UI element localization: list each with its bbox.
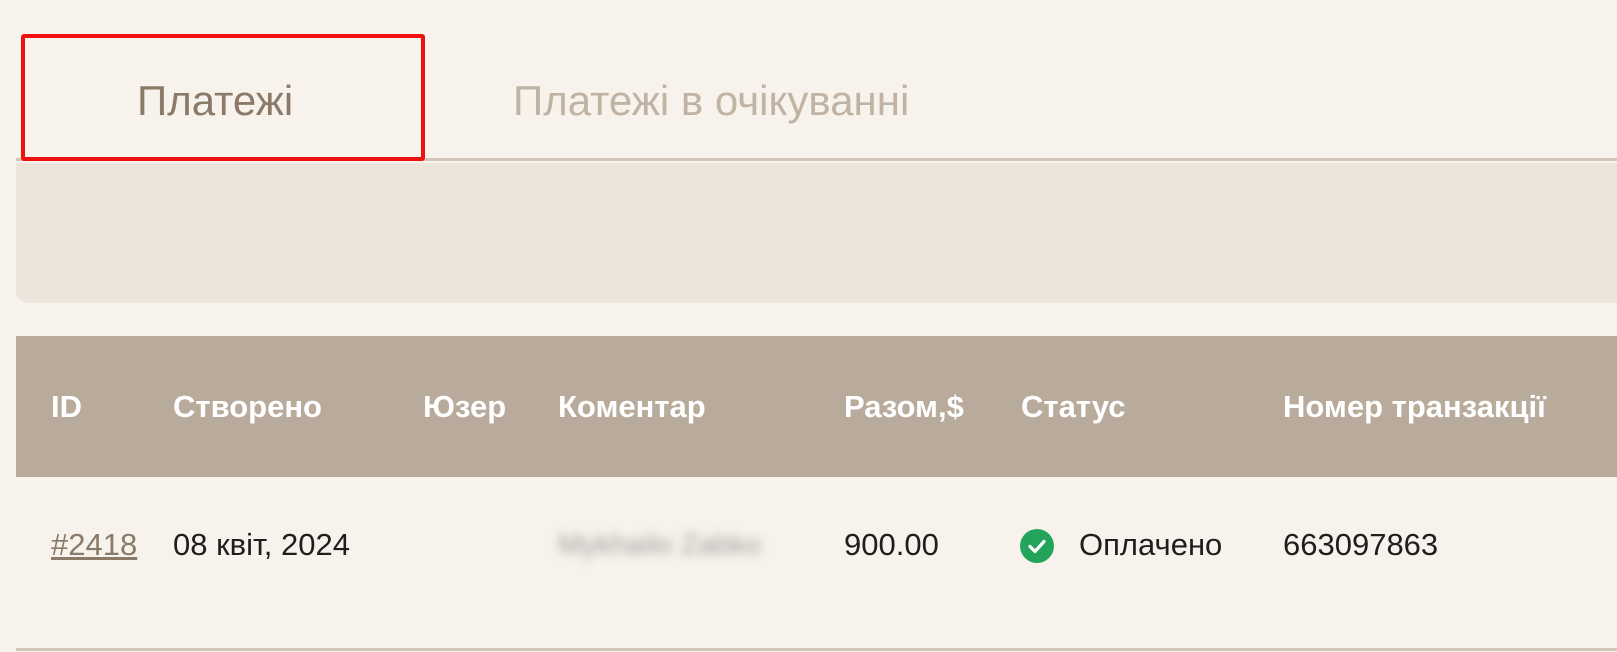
column-header-status[interactable]: Статус (1021, 336, 1125, 477)
column-header-user[interactable]: Юзер (423, 336, 506, 477)
payments-page: Платежі Платежі в очікуванні ID Створено… (0, 0, 1617, 652)
table-row: #2418 08 квіт, 2024 Mykhailo Zabko 900.0… (16, 477, 1617, 649)
column-header-total[interactable]: Разом,$ (844, 336, 964, 477)
tab-payments[interactable]: Платежі (137, 56, 293, 146)
table-header: ID Створено Юзер Коментар Разом,$ Статус… (16, 336, 1617, 477)
status-label: Оплачено (1079, 527, 1223, 562)
column-header-comment[interactable]: Коментар (558, 336, 706, 477)
transaction-number: 663097863 (1283, 527, 1439, 562)
filter-panel (16, 163, 1617, 303)
check-circle-icon (1020, 529, 1054, 563)
created-date: 08 квіт, 2024 (173, 527, 350, 562)
total-amount: 900.00 (844, 527, 939, 562)
column-header-created[interactable]: Створено (173, 336, 322, 477)
tabs-divider (16, 158, 1617, 161)
row-divider (16, 648, 1617, 651)
column-header-id[interactable]: ID (51, 336, 82, 477)
tab-pending-payments[interactable]: Платежі в очікуванні (513, 56, 909, 146)
column-header-transaction[interactable]: Номер транзакції (1283, 336, 1546, 477)
payment-id-link[interactable]: #2418 (51, 477, 137, 613)
comment-cell: Mykhailo Zabko (558, 529, 762, 561)
